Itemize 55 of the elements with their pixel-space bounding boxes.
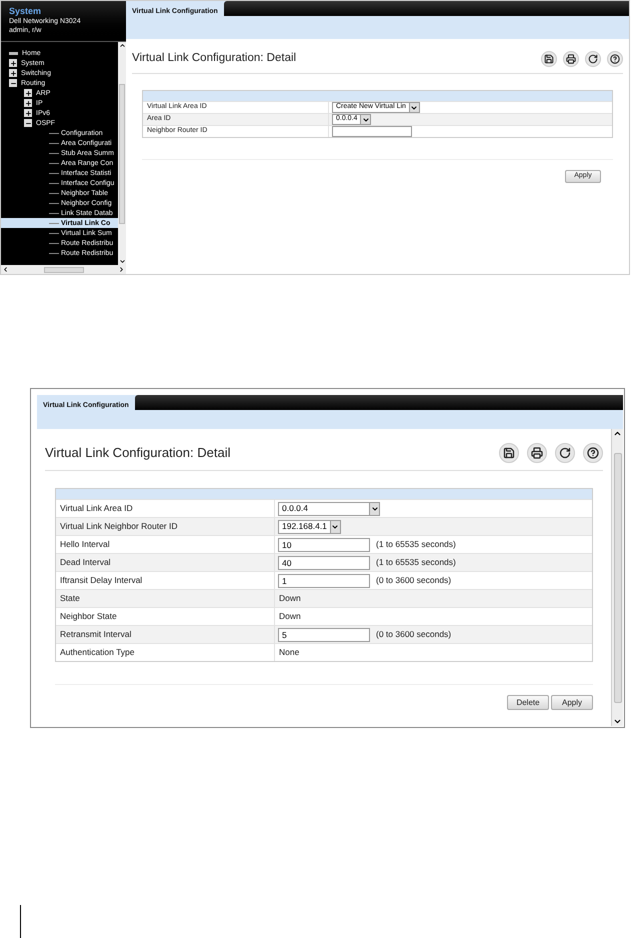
- input-field[interactable]: 1: [278, 574, 370, 588]
- expand-icon[interactable]: [9, 59, 17, 67]
- field-label: Retransmit Interval: [59, 628, 132, 641]
- action-button[interactable]: Apply: [551, 695, 593, 710]
- print-icon[interactable]: [527, 442, 547, 462]
- sidebar-title: System: [9, 6, 42, 17]
- field-label: Virtual Link Neighbor Router ID: [59, 520, 178, 533]
- refresh-icon[interactable]: [585, 50, 601, 66]
- input-field[interactable]: [332, 126, 412, 137]
- input-field[interactable]: 40: [278, 556, 370, 570]
- range-hint: (1 to 65535 seconds): [376, 556, 456, 569]
- save-icon[interactable]: [541, 50, 557, 66]
- field-label: Hello Interval: [59, 538, 111, 551]
- scroll-down-icon[interactable]: [613, 717, 622, 726]
- action-button[interactable]: Delete: [507, 695, 549, 710]
- scroll-up-icon[interactable]: [118, 42, 126, 49]
- page-title: Virtual Link Configuration: Detail: [45, 444, 230, 462]
- field-label: Authentication Type: [59, 646, 136, 659]
- field-label: Virtual Link Area ID: [59, 502, 134, 515]
- scroll-up-icon[interactable]: [613, 429, 622, 438]
- refresh-icon[interactable]: [555, 442, 575, 462]
- scrollbar[interactable]: [611, 429, 623, 726]
- help-icon[interactable]: [607, 50, 623, 66]
- range-hint: (1 to 65535 seconds): [376, 538, 456, 551]
- field-label: Dead Interval: [59, 556, 112, 569]
- caret-icon: [369, 502, 379, 514]
- field-value: None: [278, 646, 300, 659]
- page-title: Virtual Link Configuration: Detail: [132, 50, 296, 66]
- caret-icon: [330, 520, 340, 532]
- expand-icon[interactable]: [24, 109, 32, 117]
- field-label: Neighbor State: [59, 610, 118, 623]
- field-label: State: [59, 592, 81, 605]
- scrollbar[interactable]: [118, 42, 126, 265]
- dropdown[interactable]: 0.0.0.4: [278, 502, 380, 516]
- scroll-down-icon[interactable]: [118, 258, 126, 265]
- range-hint: (0 to 3600 seconds): [376, 628, 452, 641]
- print-icon[interactable]: [563, 50, 579, 66]
- input-field[interactable]: 10: [278, 538, 370, 552]
- range-hint: (0 to 3600 seconds): [376, 574, 452, 587]
- expand-icon[interactable]: [24, 99, 32, 107]
- collapse-icon[interactable]: [24, 119, 32, 127]
- input-field[interactable]: 5: [278, 628, 370, 642]
- expand-icon[interactable]: [9, 69, 17, 77]
- horizontal-scrollbar[interactable]: [1, 265, 126, 274]
- collapse-icon[interactable]: [9, 79, 17, 87]
- field-value: Down: [278, 592, 302, 605]
- field-label: Iftransit Delay Interval: [59, 574, 144, 587]
- help-icon[interactable]: [583, 442, 603, 462]
- dropdown[interactable]: 192.168.4.1: [278, 520, 341, 534]
- save-icon[interactable]: [499, 442, 519, 462]
- scroll-left-icon[interactable]: [2, 266, 9, 273]
- scroll-right-icon[interactable]: [118, 266, 125, 273]
- field-value: Down: [278, 610, 302, 623]
- home-icon: [9, 52, 18, 54]
- expand-icon[interactable]: [24, 89, 32, 97]
